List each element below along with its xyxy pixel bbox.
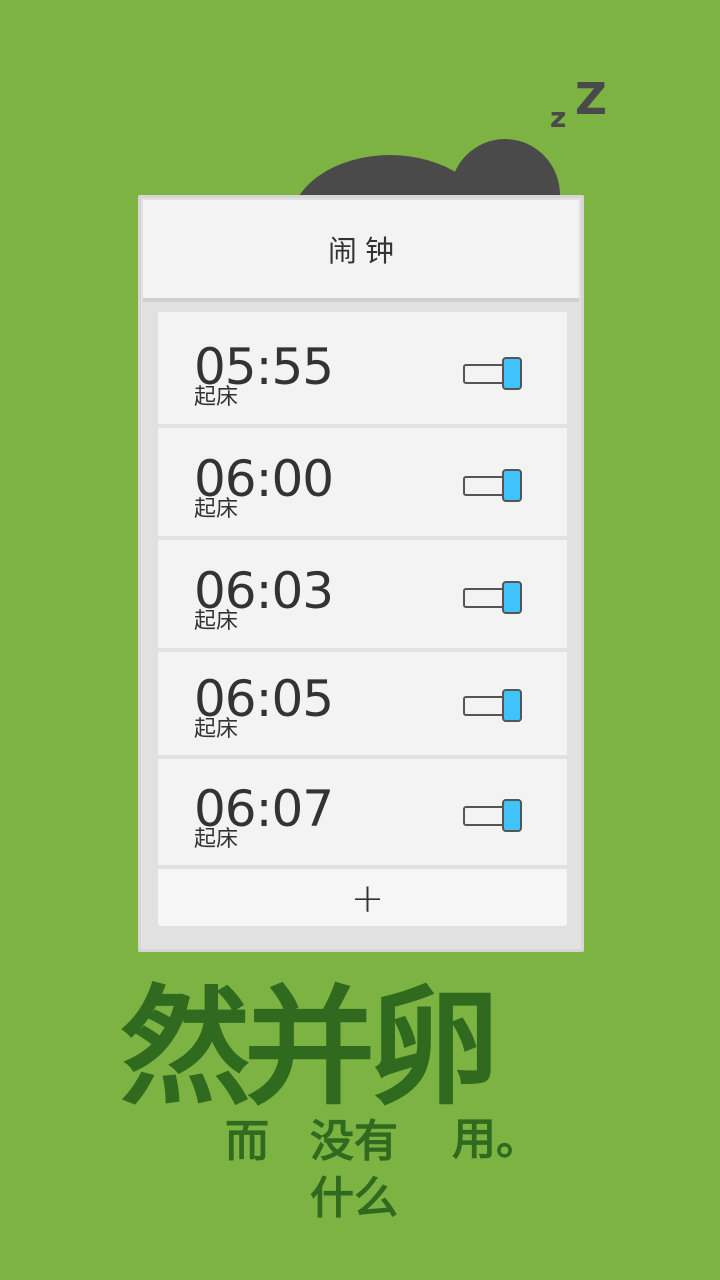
alarm-row[interactable]: 06:07 起床 [158, 759, 567, 865]
alarm-toggle[interactable] [463, 469, 523, 503]
alarm-label: 起床 [194, 609, 239, 634]
toggle-knob [502, 581, 522, 614]
alarm-label: 起床 [194, 827, 239, 852]
alarm-label: 起床 [194, 497, 239, 522]
alarm-label: 起床 [194, 385, 239, 410]
alarm-toggle[interactable] [463, 799, 523, 833]
zzz-big-icon: Z [575, 74, 607, 125]
zzz-small-icon: z [550, 101, 567, 134]
slogan-sub-text: 没有 [310, 1116, 398, 1167]
alarm-row[interactable]: 05:55 起床 [158, 312, 567, 424]
toggle-knob [502, 469, 522, 502]
toggle-knob [502, 689, 522, 722]
alarm-label: 起床 [194, 717, 239, 742]
plus-icon: + [350, 875, 385, 922]
sleeping-blob-illustration [290, 139, 560, 220]
alarm-toggle[interactable] [463, 581, 523, 615]
add-alarm-button[interactable]: + [158, 869, 567, 926]
page-title: 闹钟 [327, 234, 402, 268]
slogan-main-text: 然并卵 [120, 974, 499, 1123]
slogan-sub-text: 而 [225, 1116, 269, 1167]
slogan-sub-text: 用。 [452, 1114, 540, 1165]
alarm-toggle[interactable] [463, 689, 523, 723]
slogan-sub-text: 什么 [310, 1173, 398, 1224]
slogan: 然并卵 而 没有 用。 什么 [0, 985, 720, 1235]
alarm-row[interactable]: 06:03 起床 [158, 540, 567, 648]
alarm-row[interactable]: 06:00 起床 [158, 428, 567, 536]
toggle-knob [502, 799, 522, 832]
alarm-row[interactable]: 06:05 起床 [158, 652, 567, 755]
alarm-toggle[interactable] [463, 357, 523, 391]
card-header: 闹钟 [143, 200, 579, 302]
alarm-card: 闹钟 05:55 起床 06:00 起床 06:03 起床 06:05 起床 0… [138, 195, 584, 952]
toggle-knob [502, 357, 522, 390]
